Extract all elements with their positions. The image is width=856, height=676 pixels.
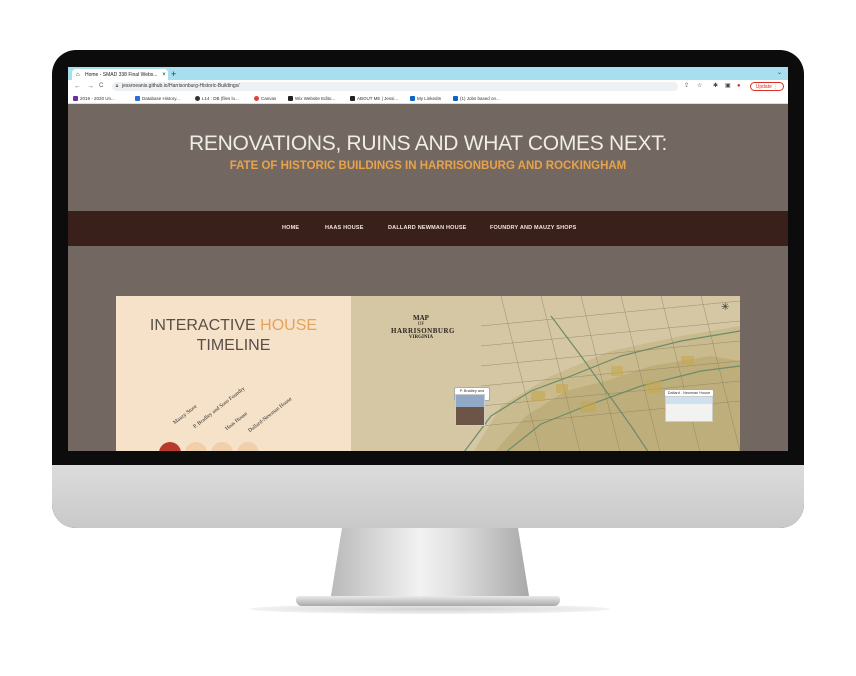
- timeline-title-part: INTERACTIVE: [149, 317, 261, 334]
- tab-bar: ⌂ Home - SMAD 338 Final Webs... × + ⌄: [68, 67, 788, 80]
- screen: ⌂ Home - SMAD 338 Final Webs... × + ⌄ ← …: [68, 67, 788, 451]
- bookmark-item[interactable]: (1) Jobs based on...: [453, 95, 500, 102]
- bookmark-item[interactable]: 2019 - 2020 Un...: [73, 95, 115, 102]
- bookmark-label: Database History...: [142, 96, 180, 101]
- address-bar[interactable]: 🔒︎ jessroeanis.github.io/Harrisonburg-His…: [112, 82, 678, 91]
- sidebar-icon[interactable]: ▣: [725, 82, 731, 91]
- share-icon[interactable]: ⇪: [684, 82, 689, 91]
- main-nav: HOME HAAS HOUSE DALLARD NEWMAN HOUSE FOU…: [68, 211, 788, 246]
- bookmark-icon: [288, 96, 293, 101]
- bookmark-item[interactable]: ABOUT ME | Jessi...: [350, 95, 398, 102]
- timeline-title: INTERACTIVE HOUSE TIMELINE: [116, 316, 351, 356]
- bookmarks-bar: 2019 - 2020 Un... Database History... L1…: [68, 93, 788, 104]
- nav-foundry-and-mauzy-shops[interactable]: FOUNDRY AND MAUZY SHOPS: [490, 225, 577, 231]
- bookmark-label: L14 : DB (files lo...: [202, 96, 239, 101]
- nav-haas-house[interactable]: HAAS HOUSE: [325, 225, 364, 231]
- web-page: RENOVATIONS, RUINS AND WHAT COMES NEXT: …: [68, 104, 788, 451]
- extensions-icon[interactable]: ✱: [713, 82, 718, 91]
- timeline-title-highlight: HOUSE: [260, 317, 318, 334]
- tab-home[interactable]: ⌂ Home - SMAD 338 Final Webs... ×: [72, 69, 168, 80]
- timeline-panel: INTERACTIVE HOUSE TIMELINE Mauzy Store P…: [116, 296, 351, 451]
- timeline-node[interactable]: [159, 442, 181, 451]
- historic-map[interactable]: ✳ MAP OF HARRISONBURG VIRGINIA P. Bradle…: [351, 296, 740, 451]
- bookmark-label: Wix Website Edito...: [295, 96, 336, 101]
- bookmark-icon: [410, 96, 415, 101]
- nav-home[interactable]: HOME: [282, 225, 299, 231]
- map-title-line: HARRISONBURG: [391, 327, 455, 335]
- bookmark-item[interactable]: My LinkedIn: [410, 95, 441, 102]
- toolbar: ← → C 🔒︎ jessroeanis.github.io/Harrisonbu…: [68, 80, 788, 93]
- update-button[interactable]: Update ⋮: [750, 82, 784, 91]
- tab-search-icon[interactable]: ⌄: [777, 69, 782, 76]
- bookmark-item[interactable]: Database History...: [135, 95, 180, 102]
- back-button[interactable]: ←: [74, 82, 81, 91]
- timeline-label-dallard-newman-house[interactable]: Dallard-Newman House: [247, 396, 293, 434]
- bookmark-icon: [350, 96, 355, 101]
- map-title: MAP OF HARRISONBURG VIRGINIA: [391, 314, 455, 340]
- monitor-base: [296, 596, 560, 606]
- map-title-line: VIRGINIA: [408, 335, 434, 340]
- bookmark-item[interactable]: Canvas: [254, 95, 276, 102]
- home-icon: ⌂: [76, 71, 80, 78]
- timeline-title-part: TIMELINE: [196, 337, 271, 354]
- bookmark-icon: [453, 96, 458, 101]
- site-subtitle: FATE OF HISTORIC BUILDINGS IN HARRISONBU…: [229, 160, 627, 172]
- forward-button[interactable]: →: [87, 82, 94, 91]
- nav-dallard-newman-house[interactable]: DALLARD NEWMAN HOUSE: [388, 225, 467, 231]
- timeline-node[interactable]: [211, 442, 233, 451]
- timeline-node[interactable]: [185, 442, 207, 451]
- timeline-label-haas-house[interactable]: Haas House: [224, 411, 249, 432]
- dallard-newman-photo[interactable]: [665, 396, 713, 422]
- avatar[interactable]: ●: [737, 82, 741, 91]
- bookmark-icon: [135, 96, 140, 101]
- bookmark-label: ABOUT ME | Jessi...: [357, 96, 399, 101]
- monitor-chin: [52, 465, 804, 528]
- update-label: Update: [755, 84, 772, 90]
- bookmark-label: My LinkedIn: [417, 96, 442, 101]
- bookmark-label: Canvas: [261, 96, 277, 101]
- monitor-stand: [330, 528, 530, 602]
- map-title-line: MAP: [413, 314, 429, 322]
- bookmark-label: (1) Jobs based on...: [460, 96, 500, 101]
- tab-title: Home - SMAD 338 Final Webs...: [85, 71, 158, 78]
- reload-button[interactable]: C: [99, 82, 103, 91]
- bookmark-icon: [73, 96, 78, 101]
- url-text: jessroeanis.github.io/Harrisonburg-Histo…: [122, 83, 240, 89]
- bookmark-item[interactable]: Wix Website Edito...: [288, 95, 335, 102]
- foundry-photo[interactable]: [455, 394, 485, 426]
- bookmark-icon: [195, 96, 200, 101]
- bookmark-item[interactable]: L14 : DB (files lo...: [195, 95, 239, 102]
- site-title: RENOVATIONS, RUINS AND WHAT COMES NEXT:: [189, 132, 667, 155]
- new-tab-button[interactable]: +: [171, 69, 176, 79]
- lock-icon: 🔒︎: [115, 83, 119, 89]
- monitor: ⌂ Home - SMAD 338 Final Webs... × + ⌄ ← …: [52, 50, 804, 528]
- bookmark-label: 2019 - 2020 Un...: [80, 96, 115, 101]
- close-icon[interactable]: ×: [160, 72, 168, 78]
- svg-text:✳: ✳: [721, 302, 729, 313]
- star-icon[interactable]: ☆: [697, 82, 702, 91]
- timeline-node[interactable]: [237, 442, 259, 451]
- bookmark-icon: [254, 96, 259, 101]
